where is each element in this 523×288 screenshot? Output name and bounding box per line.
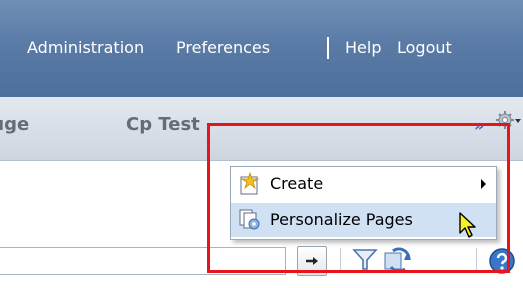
mouse-cursor-icon xyxy=(458,211,482,245)
tab-partial[interactable]: ıge xyxy=(0,114,29,135)
preferences-link[interactable]: Preferences xyxy=(176,38,270,57)
help-link[interactable]: Help xyxy=(345,38,381,57)
tab-cp-test[interactable]: Cp Test xyxy=(126,114,200,135)
logout-link[interactable]: Logout xyxy=(397,38,452,57)
global-header: Administration Preferences Help Logout xyxy=(0,0,523,97)
highlight-box xyxy=(207,123,510,273)
administration-link[interactable]: Administration xyxy=(27,38,144,57)
nav-separator xyxy=(327,37,329,59)
